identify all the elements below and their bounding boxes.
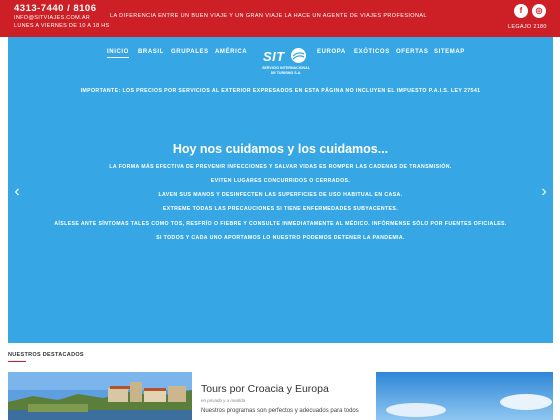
- nav-sitemap[interactable]: SITEMAP: [434, 49, 465, 55]
- nav-inicio[interactable]: INICIO: [107, 49, 129, 58]
- slide-line: LA FORMA MÁS EFECTIVA DE PREVENIR INFECC…: [109, 164, 452, 170]
- nav-brasil[interactable]: BRASIL: [138, 49, 164, 55]
- nav-europa[interactable]: EUROPA: [317, 49, 346, 55]
- facebook-icon[interactable]: f: [514, 4, 528, 18]
- hero-slider: INICIO BRASIL GRUPALES AMÉRICA SIT SERVI…: [8, 37, 553, 343]
- instagram-icon[interactable]: ◎: [532, 4, 546, 18]
- slide-line: SI TODOS Y CADA UNO APORTAMOS LO NUESTRO…: [156, 235, 405, 241]
- office-hours: LUNES A VIERNES DE 10 A 18 HS: [14, 23, 110, 29]
- nav-ofertas[interactable]: OFERTAS: [396, 49, 428, 55]
- email-link[interactable]: INFO@SITVIAJES.COM.AR: [14, 15, 90, 21]
- globe-icon: [291, 48, 306, 63]
- nav-america[interactable]: AMÉRICA: [215, 49, 247, 55]
- croatia-tour-image[interactable]: [8, 372, 192, 420]
- legajo-number: LEGAJO 2180: [508, 24, 547, 30]
- slide-line: AÍSLESE ANTE SÍNTOMAS TALES COMO TOS, RE…: [54, 221, 507, 227]
- sky-image[interactable]: [376, 372, 553, 420]
- logo-line-1: SERVICIO INTERNACIONAL: [262, 66, 310, 70]
- heading-underline: [8, 361, 26, 362]
- slider-next-arrow-icon[interactable]: ›: [537, 182, 551, 202]
- logo-line-2: DE TURISMO S.A.: [270, 71, 302, 75]
- card-description: Nuestros programas son perfectos y adecu…: [201, 408, 359, 414]
- phone-number[interactable]: 4313-7440 / 8106: [14, 3, 96, 14]
- tagline: LA DIFERENCIA ENTRE UN BUEN VIAJE Y UN G…: [110, 13, 427, 19]
- card-title[interactable]: Tours por Croacia y Europa: [201, 383, 329, 395]
- sit-logo[interactable]: SIT SERVICIO INTERNACIONAL DE TURISMO S.…: [261, 45, 311, 81]
- slide-line: EVITEN LUGARES CONCURRIDOS O CERRADOS.: [210, 178, 351, 184]
- featured-heading: NUESTROS DESTACADOS: [8, 352, 84, 358]
- card-subtitle: en privado y a medida: [201, 398, 246, 403]
- slide-line: LAVEN SUS MANOS Y DESINFECTEN LAS SUPERF…: [158, 192, 403, 198]
- nav-exoticos[interactable]: EXÓTICOS: [354, 49, 390, 55]
- logo-wordmark: SIT: [263, 49, 285, 64]
- nav-grupales[interactable]: GRUPALES: [171, 49, 209, 55]
- top-bar: 4313-7440 / 8106 INFO@SITVIAJES.COM.AR L…: [0, 0, 560, 37]
- slide-line: EXTREME TODAS LAS PRECAUCIONES SI TIENE …: [162, 206, 399, 212]
- slider-prev-arrow-icon[interactable]: ‹: [10, 182, 24, 202]
- slide-headline: Hoy nos cuidamos y los cuidamos...: [172, 142, 389, 156]
- tax-notice: IMPORTANTE: LOS PRECIOS POR SERVICIOS AL…: [80, 88, 481, 94]
